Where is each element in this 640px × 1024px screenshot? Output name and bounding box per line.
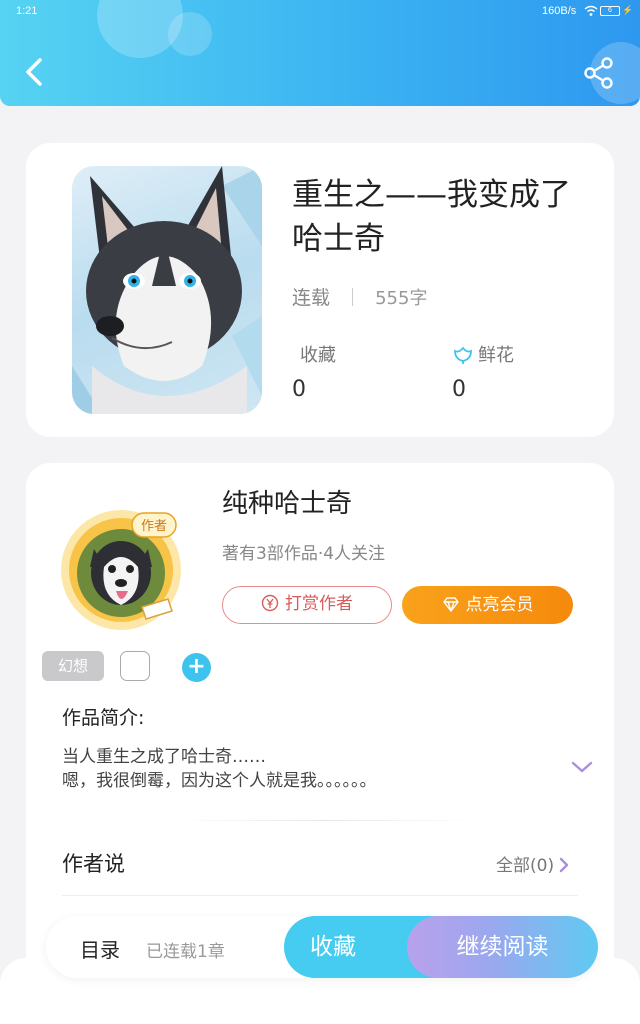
continue-reading-button[interactable]: 继续阅读 — [407, 916, 598, 978]
intro-text: 当人重生之成了哈士奇…… 嗯，我很倒霉，因为这个人就是我。。。。。。 — [62, 745, 532, 793]
section-divider — [176, 820, 476, 821]
yen-icon — [261, 594, 279, 612]
author-says-title: 作者说 — [62, 852, 125, 876]
husky-illustration — [72, 166, 262, 414]
author-says-all-link[interactable]: 全部(0) — [496, 851, 570, 876]
section-divider — [62, 895, 578, 896]
author-avatar[interactable]: 作者 — [58, 507, 184, 633]
book-info-card: 重生之——我变成了哈士奇 连载 555字 收藏 0 鲜花 0 — [26, 143, 614, 437]
battery-icon: 6 — [600, 6, 620, 16]
vip-label: 点亮会员 — [465, 595, 534, 615]
flowers-count: 0 — [452, 377, 466, 402]
back-button[interactable] — [18, 52, 50, 92]
add-tag-button[interactable]: + — [182, 653, 211, 682]
flower-icon — [454, 346, 472, 364]
word-count: 555字 — [375, 288, 428, 309]
diamond-icon — [442, 597, 459, 612]
bottom-action-bar: 目录 已连载1章 收藏 继续阅读 — [46, 916, 598, 978]
tip-author-button[interactable]: 打赏作者 — [222, 586, 392, 624]
book-cover-image[interactable] — [72, 166, 262, 414]
genre-tag[interactable]: 幻想 — [42, 651, 104, 681]
share-button[interactable] — [582, 56, 616, 90]
flowers-stat[interactable]: 鲜花 — [452, 341, 514, 367]
share-icon — [584, 57, 613, 89]
author-name[interactable]: 纯种哈士奇 — [222, 483, 352, 520]
intro-label: 作品简介: — [62, 707, 145, 729]
author-card: 作者 纯种哈士奇 著有3部作品·4人关注 打赏作者 点亮会员 幻想 + 作品简介… — [26, 463, 614, 963]
favorites-count: 0 — [292, 377, 306, 402]
plus-icon: + — [187, 654, 206, 679]
vip-button[interactable]: 点亮会员 — [402, 586, 573, 624]
empty-tag[interactable] — [120, 651, 150, 681]
favorites-label: 收藏 — [300, 345, 336, 366]
serial-status: 连载 — [292, 287, 331, 309]
all-label: 全部(0) — [496, 856, 555, 876]
flowers-label: 鲜花 — [478, 345, 514, 366]
toc-button[interactable]: 目录 — [80, 934, 120, 963]
chevron-down-icon[interactable] — [570, 759, 594, 775]
network-speed: 160B/s — [542, 5, 577, 17]
author-stats: 著有3部作品·4人关注 — [222, 544, 386, 564]
tip-author-label: 打赏作者 — [285, 594, 353, 614]
author-badge-text: 作者 — [141, 519, 167, 534]
app-header: 1:21 160B/s 6 ⚡ — [0, 0, 640, 106]
status-bar: 1:21 160B/s 6 ⚡ — [0, 0, 640, 24]
intro-line-1: 当人重生之成了哈士奇…… — [62, 747, 266, 767]
book-meta: 连载 555字 — [292, 283, 427, 310]
chapter-count: 已连载1章 — [146, 942, 225, 962]
intro-line-2: 嗯，我很倒霉，因为这个人就是我。。。。。。 — [62, 771, 377, 791]
meta-divider — [352, 288, 354, 306]
chevron-right-icon — [559, 857, 569, 873]
charging-icon: ⚡ — [622, 5, 634, 15]
back-arrow-icon — [26, 58, 42, 86]
wifi-icon — [584, 5, 598, 16]
book-title: 重生之——我变成了哈士奇 — [292, 177, 571, 257]
status-time: 1:21 — [16, 5, 38, 17]
